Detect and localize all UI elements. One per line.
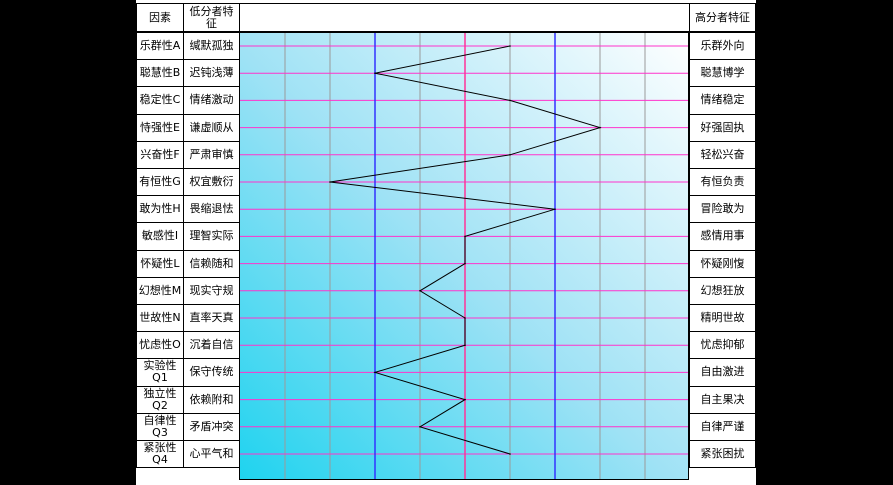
low-trait-label: 谦虚顺从 bbox=[183, 113, 240, 142]
high-trait-label: 轻松兴奋 bbox=[689, 140, 756, 169]
high-trait-label: 紧张困扰 bbox=[689, 440, 756, 469]
data-point bbox=[599, 126, 601, 129]
low-trait-label: 依赖附和 bbox=[183, 385, 240, 414]
factor-label: 聪慧性B bbox=[136, 59, 184, 88]
data-point bbox=[374, 72, 376, 74]
data-point bbox=[464, 317, 466, 319]
data-point bbox=[419, 290, 421, 292]
factor-label: 稳定性C bbox=[136, 86, 184, 115]
factor-label: 忧虑性O bbox=[136, 331, 184, 360]
data-point bbox=[329, 181, 331, 183]
factor-label: 自律性Q3 bbox=[136, 412, 184, 441]
high-trait-label: 乐群外向 bbox=[689, 32, 756, 61]
data-point bbox=[419, 426, 421, 428]
high-trait-label: 自律严谨 bbox=[689, 412, 756, 441]
data-point bbox=[509, 99, 511, 102]
low-trait-label: 沉着自信 bbox=[183, 331, 240, 360]
header-chart-blank bbox=[239, 3, 690, 32]
low-trait-label: 严肃审慎 bbox=[183, 140, 240, 169]
low-trait-label: 理智实际 bbox=[183, 222, 240, 251]
low-trait-label: 直率天真 bbox=[183, 304, 240, 333]
factor-label: 兴奋性F bbox=[136, 140, 184, 169]
low-trait-label: 矛盾冲突 bbox=[183, 412, 240, 441]
data-point bbox=[509, 453, 511, 455]
factor-label: 独立性Q2 bbox=[136, 385, 184, 414]
high-trait-label: 怀疑刚愎 bbox=[689, 249, 756, 278]
data-point bbox=[464, 344, 466, 347]
high-trait-label: 自主果决 bbox=[689, 385, 756, 414]
factor-label: 敏感性I bbox=[136, 222, 184, 251]
low-trait-label: 现实守规 bbox=[183, 276, 240, 305]
header-high-traits: 高分者特征 bbox=[689, 3, 756, 32]
data-point bbox=[464, 262, 466, 265]
low-trait-label: 心平气和 bbox=[183, 440, 240, 469]
factor-label: 世故性N bbox=[136, 304, 184, 333]
data-point bbox=[374, 371, 376, 374]
high-trait-label: 忧虑抑郁 bbox=[689, 331, 756, 360]
high-trait-label: 幻想狂放 bbox=[689, 276, 756, 305]
low-trait-label: 畏缩退怯 bbox=[183, 195, 240, 224]
high-trait-label: 感情用事 bbox=[689, 222, 756, 251]
high-trait-label: 冒险敢为 bbox=[689, 195, 756, 224]
high-trait-label: 聪慧博学 bbox=[689, 59, 756, 88]
factor-label: 敢为性H bbox=[136, 195, 184, 224]
high-trait-label: 精明世故 bbox=[689, 304, 756, 333]
high-trait-label: 好强固执 bbox=[689, 113, 756, 142]
data-point bbox=[509, 45, 511, 47]
low-trait-label: 情绪激动 bbox=[183, 86, 240, 115]
data-point bbox=[509, 154, 511, 156]
profile-chart bbox=[239, 32, 689, 480]
factor-label: 紧张性Q4 bbox=[136, 440, 184, 469]
data-point bbox=[464, 398, 466, 401]
factor-label: 恃强性E bbox=[136, 113, 184, 142]
header-factor: 因素 bbox=[136, 3, 184, 32]
low-trait-label: 迟钝浅薄 bbox=[183, 59, 240, 88]
high-trait-label: 有恒负责 bbox=[689, 168, 756, 197]
factor-label: 实验性Q1 bbox=[136, 358, 184, 387]
low-trait-label: 信赖随和 bbox=[183, 249, 240, 278]
data-point bbox=[464, 235, 466, 238]
header-low-traits: 低分者特征 bbox=[183, 3, 240, 32]
factor-label: 有恒性G bbox=[136, 168, 184, 197]
high-trait-label: 自由激进 bbox=[689, 358, 756, 387]
low-trait-label: 保守传统 bbox=[183, 358, 240, 387]
low-trait-label: 缄默孤独 bbox=[183, 32, 240, 61]
profile-chart-svg bbox=[240, 33, 688, 479]
data-point bbox=[554, 208, 556, 210]
high-trait-label: 情绪稳定 bbox=[689, 86, 756, 115]
factor-label: 怀疑性L bbox=[136, 249, 184, 278]
factor-label: 乐群性A bbox=[136, 32, 184, 61]
factor-label: 幻想性M bbox=[136, 276, 184, 305]
low-trait-label: 权宜敷衍 bbox=[183, 168, 240, 197]
